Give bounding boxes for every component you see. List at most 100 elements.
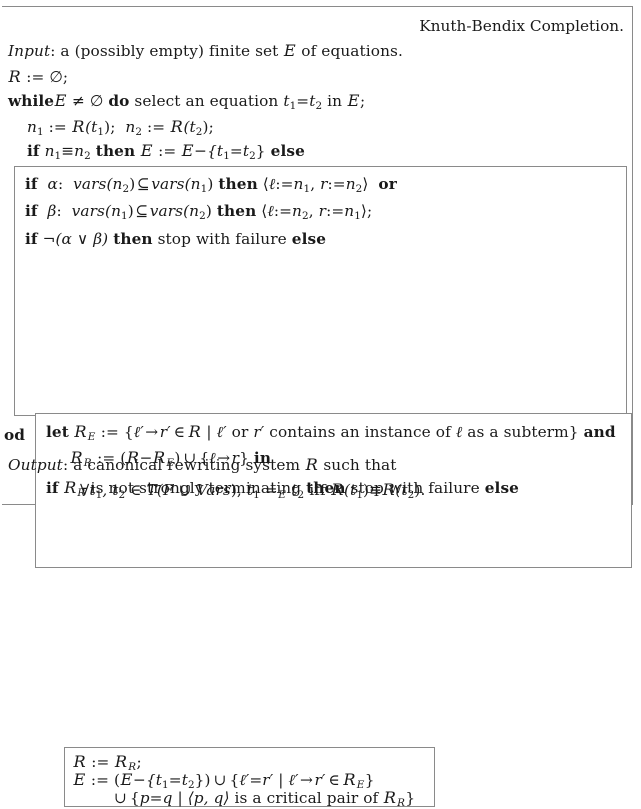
equals-op: =: [259, 481, 278, 499]
output-label: Output: [8, 456, 63, 474]
cal-R-symbol: R: [331, 480, 344, 499]
cal-E-symbol: E: [54, 91, 67, 110]
let-re-line: let RE := {ℓ′→r′ ∈ R | ℓ′ or r′ contains a…: [46, 422, 616, 443]
brace-open: {: [123, 423, 134, 441]
pq-pair: ⟨p, q⟩: [187, 789, 230, 807]
input-label: Input: [8, 42, 51, 60]
cal-R-symbol: R: [343, 770, 356, 789]
t1-subscript: 1: [223, 149, 230, 162]
comma-t2: , t: [102, 481, 119, 499]
such-that-bar: |: [273, 771, 289, 789]
paren-close: ),: [230, 481, 247, 499]
empty-set-symbol: ∅: [89, 92, 109, 110]
cal-E-subscript: E: [87, 430, 96, 443]
union-symbol: ∪: [114, 789, 127, 807]
and-keyword: and: [583, 423, 616, 441]
paren-close: );: [104, 118, 116, 136]
such-that-bar: |: [201, 423, 217, 441]
assign-op: :=: [273, 202, 293, 220]
empty-set-symbol: ∅;: [49, 68, 69, 86]
assign-op: :=: [85, 771, 115, 789]
colon: :: [57, 175, 69, 193]
q-var: q: [162, 789, 173, 807]
cal-R-symbol: R: [382, 480, 395, 499]
or-text: or: [226, 423, 254, 441]
vars-set: Vars: [196, 481, 231, 499]
cal-R-symbol: R: [305, 455, 318, 474]
angle-close: ⟩;: [360, 202, 373, 220]
n-assign-line: n1 := R(t1); n2 := R(t2);: [27, 117, 214, 138]
cal-E-symbol: E: [140, 141, 153, 160]
paren-close: );: [202, 118, 214, 136]
n1-subscript: 1: [354, 209, 361, 222]
cal-R-symbol: R: [73, 752, 86, 771]
page-title: Knuth-Bendix Completion.: [419, 17, 624, 35]
t1-set: {t: [145, 771, 163, 789]
od-line: od: [4, 427, 25, 443]
such-that-bar: |: [172, 789, 188, 807]
input-tail: of equations.: [296, 42, 403, 60]
assign-e-line: E := (E−{t1=t2}) ∪ {ℓ′=r′ | ℓ′→r′ ∈ RE}: [73, 770, 375, 790]
equiv-symbol: ≡: [61, 142, 75, 160]
term-set-T: T: [146, 481, 157, 499]
subterm-text: as a subterm}: [462, 423, 579, 441]
n2-subscript: 2: [84, 149, 91, 162]
cal-R-subscript: R: [397, 796, 405, 809]
n2-subscript: 2: [301, 209, 309, 222]
while-line: whileE ≠ ∅ do select an equation t1=t2 i…: [8, 91, 365, 111]
do-keyword: do: [108, 92, 130, 110]
brace-close: }: [255, 142, 266, 160]
colon: :: [56, 202, 67, 220]
neg-alpha-or-beta-expr: ¬(α ∨ β): [42, 230, 109, 248]
equals-op: =: [168, 771, 182, 789]
brace-open: {: [129, 789, 140, 807]
vars-arg: (n: [184, 175, 201, 193]
output-property-line: ∀t1, t2 ∈ T(F ∪ Vars), t1 =E t2 iff R(t1…: [80, 480, 425, 500]
neq-symbol: ≠: [67, 92, 90, 110]
alpha-symbol: α: [47, 175, 58, 193]
ell-prime-symbol: ℓ′: [133, 423, 144, 441]
if-keyword: if: [27, 142, 40, 160]
comma: ,: [310, 175, 321, 193]
contains-instance-text: contains an instance of: [264, 423, 456, 441]
cal-R-symbol: R: [8, 67, 21, 86]
r-init-line: R := ∅;: [8, 67, 69, 86]
critical-pair-text: is a critical pair of: [229, 789, 384, 807]
alpha-condition-line: if α: vars(n2)⊆vars(n1) then ⟨ℓ:=n1, r:=…: [25, 175, 397, 194]
n1-subscript: 1: [36, 125, 44, 138]
cal-R-symbol: R: [383, 788, 397, 807]
or-keyword: or: [378, 175, 397, 193]
equals-op: =: [149, 789, 163, 807]
while-body-text: select an equation: [129, 92, 284, 110]
cal-E-symbol: E: [283, 41, 296, 60]
stop-failure-text: stop with failure: [152, 230, 292, 248]
t2-arg: (t: [183, 118, 196, 136]
vars-arg: (n: [106, 175, 123, 193]
t2-var: t: [286, 481, 298, 499]
cal-R-symbol: R: [72, 117, 85, 136]
vars-function: vars: [149, 202, 184, 220]
then-keyword: then: [113, 230, 153, 248]
if-keyword: if: [25, 202, 38, 220]
r-prime-symbol: r′: [159, 423, 171, 441]
n2-var: n: [74, 142, 85, 160]
beta-condition-line: if β: vars(n1)⊆vars(n2) then ⟨ℓ:=n2, r:=…: [25, 202, 373, 222]
r-prime-symbol: r′: [314, 771, 326, 789]
cal-R-symbol: R: [64, 478, 77, 497]
r-prime-symbol: r′: [253, 423, 265, 441]
element-of-symbol: ∈: [173, 423, 186, 441]
element-of-symbol: ∈: [328, 771, 340, 789]
else-keyword: else: [270, 142, 305, 160]
else-keyword: else: [484, 479, 519, 497]
cal-E-symbol: E: [120, 770, 133, 789]
equals-op: =: [249, 771, 263, 789]
cal-E-symbol: E: [347, 91, 360, 110]
brace-close: }: [364, 771, 375, 789]
else-keyword: else: [291, 230, 327, 248]
while-keyword: while: [8, 92, 55, 110]
paren-close: ): [127, 202, 134, 220]
cal-R-symbol: R: [74, 422, 87, 441]
n1-var: n: [27, 118, 37, 136]
vars-arg: (n: [105, 202, 122, 220]
input-line: Input: a (possibly empty) finite set E o…: [8, 41, 403, 60]
